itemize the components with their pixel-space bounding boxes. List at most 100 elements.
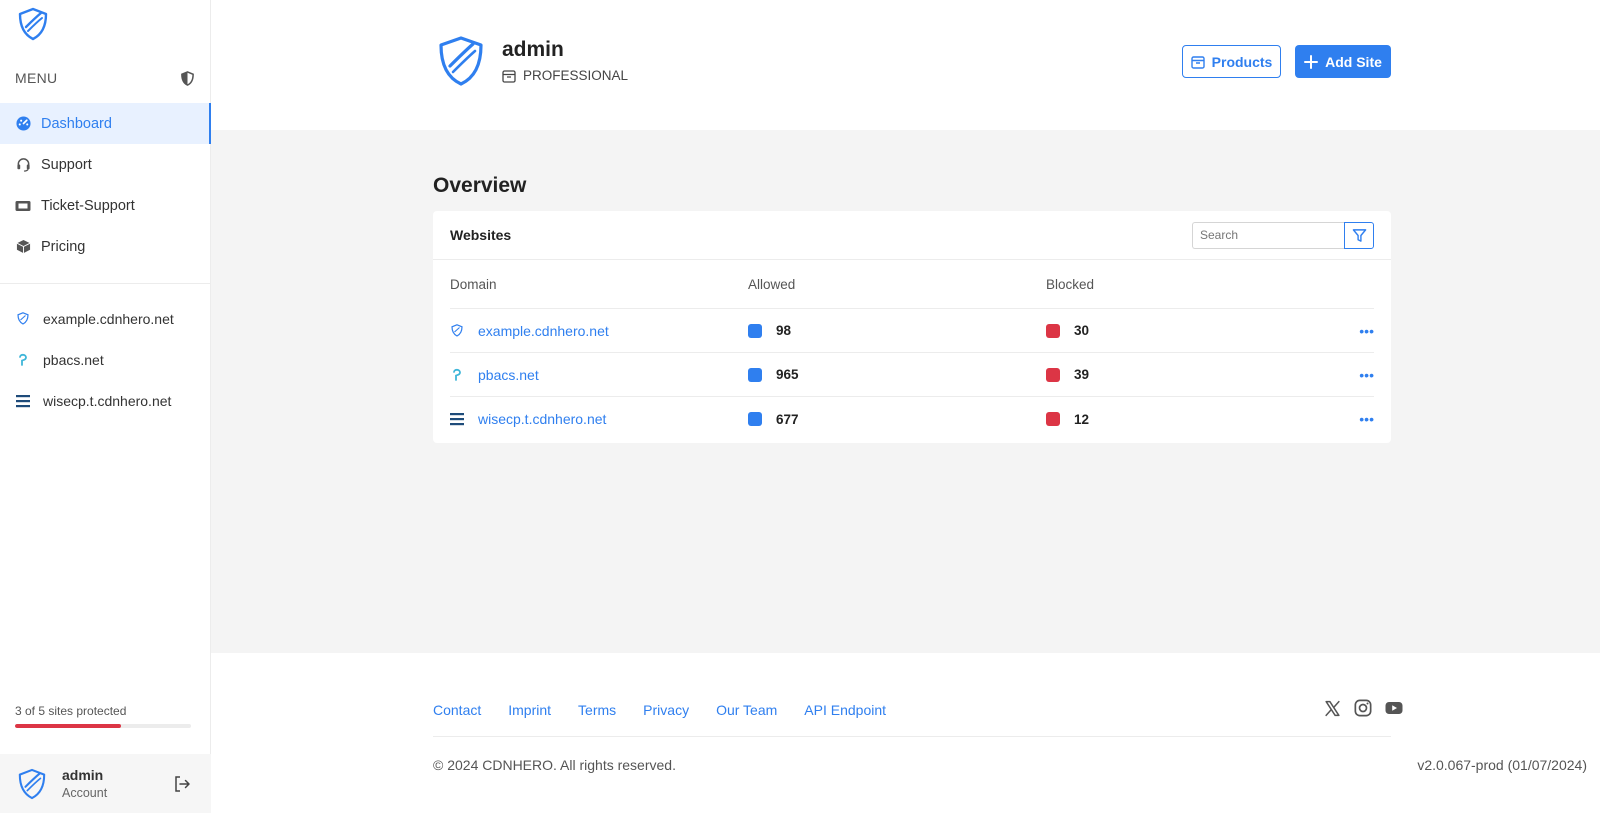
overview-title: Overview bbox=[433, 174, 527, 197]
site-item-example[interactable]: example.cdnhero.net bbox=[0, 298, 211, 339]
page-title: admin bbox=[502, 38, 564, 61]
bars-icon bbox=[15, 393, 31, 409]
copyright-text: © 2024 CDNHERO. All rights reserved. bbox=[433, 757, 676, 773]
websites-card-title: Websites bbox=[450, 227, 512, 243]
nav-label-pricing: Pricing bbox=[41, 238, 86, 255]
site-item-pbacs[interactable]: pbacs.net bbox=[0, 339, 211, 380]
blocked-indicator bbox=[1046, 367, 1060, 382]
content-area: Overview Websites Domain Allowed Blocked bbox=[211, 130, 1600, 653]
protection-text: 3 of 5 sites protected bbox=[15, 704, 127, 718]
nav-item-ticket-support[interactable]: Ticket-Support bbox=[0, 185, 211, 226]
filter-button[interactable] bbox=[1344, 221, 1374, 249]
table-header: Domain Allowed Blocked bbox=[450, 260, 1374, 309]
main-nav: Dashboard Support Ticket-Support Pricing bbox=[0, 103, 211, 267]
shield-icon bbox=[15, 311, 31, 327]
account-role: Account bbox=[62, 786, 108, 800]
domain-cell: example.cdnhero.net bbox=[450, 323, 748, 339]
table-row: wisecp.t.cdnhero.net 677 12 ••• bbox=[450, 397, 1374, 441]
plan-label: PROFESSIONAL bbox=[523, 68, 629, 83]
footer-link-privacy[interactable]: Privacy bbox=[643, 702, 689, 718]
instagram-icon[interactable] bbox=[1353, 698, 1373, 718]
allowed-indicator bbox=[748, 323, 762, 338]
allowed-count: 677 bbox=[776, 411, 799, 427]
main: admin PROFESSIONAL Products Add Site Ove… bbox=[211, 0, 1600, 813]
sidebar: MENU Dashboard Support Ticket-Support Pr… bbox=[0, 0, 211, 813]
ticket-icon bbox=[15, 198, 31, 214]
protection-progress-fill bbox=[15, 724, 121, 728]
p-logo-icon bbox=[450, 368, 464, 382]
nav-label-dashboard: Dashboard bbox=[41, 115, 112, 132]
column-header-domain[interactable]: Domain bbox=[450, 277, 748, 292]
blocked-indicator bbox=[1046, 323, 1060, 338]
products-button-label: Products bbox=[1211, 53, 1273, 70]
add-site-button[interactable]: Add Site bbox=[1295, 45, 1391, 78]
blocked-cell: 12 bbox=[1046, 412, 1344, 427]
plus-icon bbox=[1304, 54, 1319, 69]
logout-icon[interactable] bbox=[173, 775, 191, 793]
blocked-cell: 39 bbox=[1046, 367, 1344, 382]
actions-cell: ••• bbox=[1344, 323, 1374, 339]
footer-link-api-endpoint[interactable]: API Endpoint bbox=[804, 702, 886, 718]
more-options-icon[interactable]: ••• bbox=[1344, 411, 1374, 427]
products-button[interactable]: Products bbox=[1182, 45, 1281, 78]
domain-link[interactable]: example.cdnhero.net bbox=[478, 323, 609, 339]
youtube-icon[interactable] bbox=[1384, 698, 1404, 718]
account-panel: admin Account bbox=[0, 754, 211, 813]
headset-icon bbox=[15, 157, 31, 173]
search-group bbox=[1192, 221, 1374, 249]
column-header-blocked[interactable]: Blocked bbox=[1046, 277, 1344, 292]
filter-icon bbox=[1352, 228, 1366, 242]
table-row: example.cdnhero.net 98 30 ••• bbox=[450, 309, 1374, 353]
more-options-icon[interactable]: ••• bbox=[1344, 323, 1374, 339]
footer-divider bbox=[433, 736, 1391, 737]
nav-item-pricing[interactable]: Pricing bbox=[0, 226, 211, 267]
x-twitter-icon[interactable] bbox=[1322, 698, 1342, 718]
allowed-count: 98 bbox=[776, 323, 792, 338]
nav-item-support[interactable]: Support bbox=[0, 144, 211, 185]
version-text: v2.0.067-prod (01/07/2024) bbox=[1417, 757, 1587, 773]
half-shield-icon[interactable] bbox=[180, 70, 195, 86]
menu-label: MENU bbox=[15, 70, 58, 86]
nav-label-support: Support bbox=[41, 156, 92, 173]
domain-link[interactable]: wisecp.t.cdnhero.net bbox=[478, 411, 606, 427]
account-name: admin bbox=[62, 767, 104, 783]
allowed-cell: 965 bbox=[748, 367, 1046, 382]
protection-status: 3 of 5 sites protected bbox=[15, 704, 191, 728]
domain-link[interactable]: pbacs.net bbox=[478, 367, 539, 383]
social-links bbox=[1311, 698, 1404, 718]
bars-icon bbox=[450, 412, 464, 426]
footer-link-our-team[interactable]: Our Team bbox=[716, 702, 777, 718]
footer-link-terms[interactable]: Terms bbox=[578, 702, 616, 718]
websites-table: Domain Allowed Blocked example.cdnhero.n… bbox=[450, 260, 1374, 441]
page-header: admin PROFESSIONAL Products Add Site bbox=[211, 0, 1600, 130]
nav-item-dashboard[interactable]: Dashboard bbox=[0, 103, 211, 144]
blocked-count: 39 bbox=[1074, 367, 1090, 382]
site-list: example.cdnhero.net pbacs.net wisecp.t.c… bbox=[0, 298, 211, 421]
sidebar-divider bbox=[0, 283, 211, 284]
websites-card: Websites Domain Allowed Blocked bbox=[433, 211, 1391, 443]
box-icon bbox=[15, 239, 31, 255]
allowed-indicator bbox=[748, 367, 762, 382]
domain-cell: wisecp.t.cdnhero.net bbox=[450, 411, 748, 427]
more-options-icon[interactable]: ••• bbox=[1344, 367, 1374, 383]
footer: Contact Imprint Terms Privacy Our Team A… bbox=[211, 653, 1600, 813]
footer-link-imprint[interactable]: Imprint bbox=[508, 702, 551, 718]
nav-label-ticket-support: Ticket-Support bbox=[41, 197, 135, 214]
shield-icon bbox=[450, 324, 464, 338]
site-label-wisecp: wisecp.t.cdnhero.net bbox=[43, 392, 172, 409]
plan-badge: PROFESSIONAL bbox=[502, 68, 628, 83]
avatar[interactable] bbox=[17, 768, 47, 800]
protection-progress-bar bbox=[15, 724, 191, 728]
site-item-wisecp[interactable]: wisecp.t.cdnhero.net bbox=[0, 380, 211, 421]
shield-logo-icon[interactable] bbox=[17, 7, 49, 41]
footer-link-contact[interactable]: Contact bbox=[433, 702, 481, 718]
actions-cell: ••• bbox=[1344, 411, 1374, 427]
footer-links: Contact Imprint Terms Privacy Our Team A… bbox=[433, 702, 913, 718]
allowed-cell: 98 bbox=[748, 323, 1046, 338]
allowed-count: 965 bbox=[776, 367, 799, 382]
blocked-count: 30 bbox=[1074, 323, 1090, 338]
menu-header: MENU bbox=[15, 68, 195, 88]
column-header-allowed[interactable]: Allowed bbox=[748, 277, 1046, 292]
search-input[interactable] bbox=[1192, 221, 1344, 249]
blocked-cell: 30 bbox=[1046, 323, 1344, 338]
